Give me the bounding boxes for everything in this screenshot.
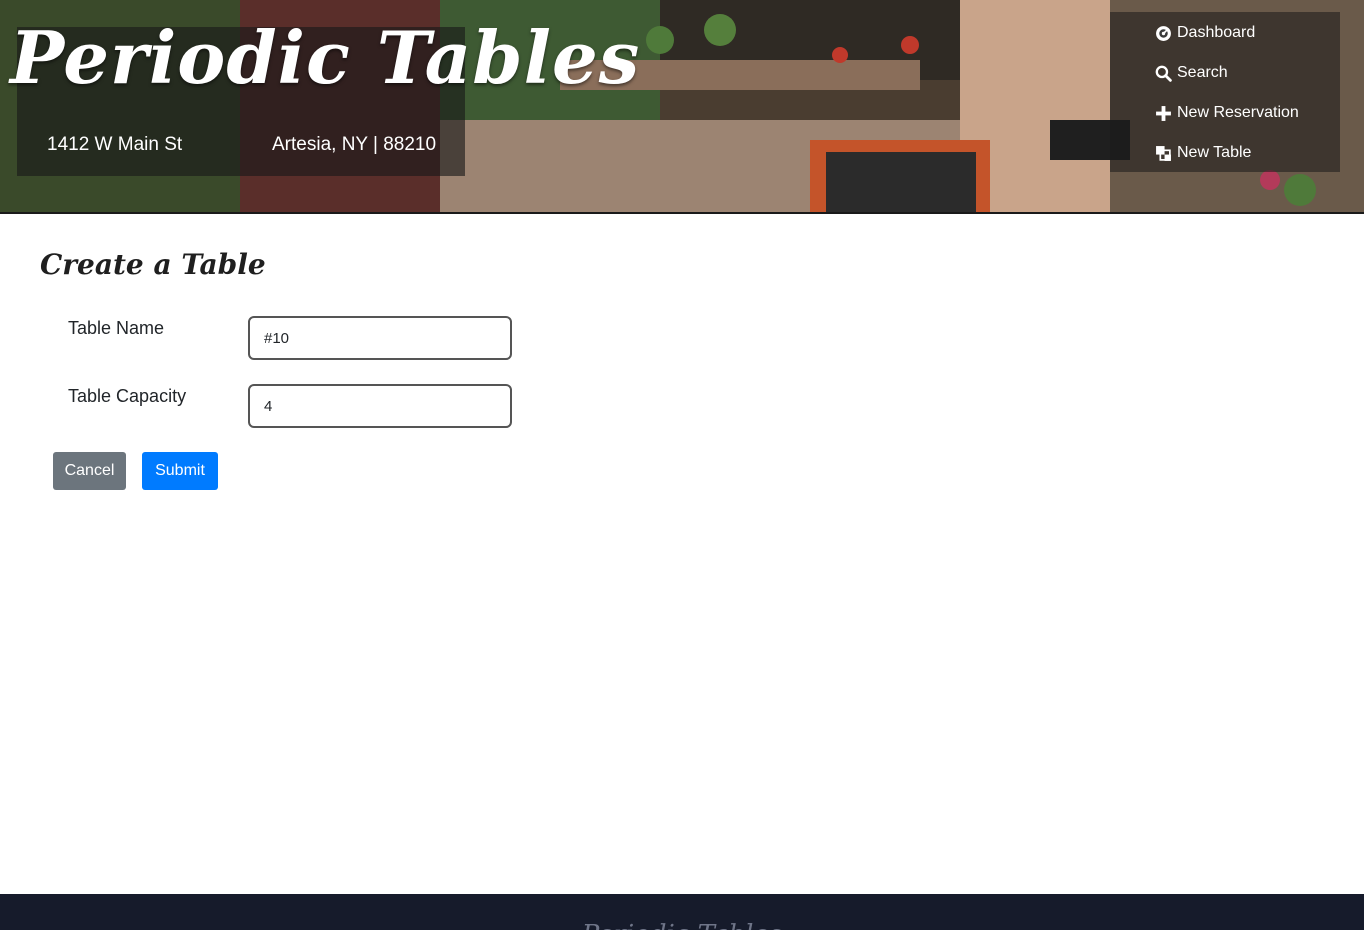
- nav-dashboard-link[interactable]: Dashboard: [1155, 21, 1255, 45]
- address-street: 1412 W Main St: [47, 134, 183, 155]
- nav-new-reservation-link[interactable]: New Reservation: [1155, 101, 1299, 125]
- footer-brand-text: Periodic Tables: [0, 920, 1364, 930]
- address-city: Artesia, NY | 88210: [272, 134, 437, 155]
- cancel-button[interactable]: Cancel: [53, 452, 126, 490]
- nav-search-link[interactable]: Search: [1155, 61, 1228, 85]
- nav-search-label: Search: [1177, 64, 1228, 81]
- nav-new-table-link[interactable]: New Table: [1155, 141, 1251, 165]
- search-icon: [1155, 65, 1172, 82]
- table-name-label: Table Name: [68, 318, 165, 338]
- dashboard-icon: [1155, 25, 1172, 42]
- page-title: Create a Table: [40, 248, 266, 281]
- nav-new-table-label: New Table: [1177, 144, 1252, 161]
- submit-button[interactable]: Submit: [142, 452, 218, 490]
- table-name-input[interactable]: [248, 316, 512, 360]
- table-capacity-input[interactable]: [248, 384, 512, 428]
- footer: Periodic Tables: [0, 894, 1364, 930]
- table-capacity-label: Table Capacity: [68, 386, 187, 406]
- nav-dashboard-label: Dashboard: [1177, 24, 1256, 41]
- layers-icon: [1155, 145, 1172, 162]
- header-hero: Periodic Tables 1412 W Main St Artesia, …: [0, 0, 1364, 213]
- nav-new-reservation-label: New Reservation: [1177, 104, 1299, 121]
- brand-title[interactable]: Periodic Tables: [10, 22, 640, 94]
- header-divider: [0, 212, 1364, 214]
- plus-icon: [1155, 105, 1172, 122]
